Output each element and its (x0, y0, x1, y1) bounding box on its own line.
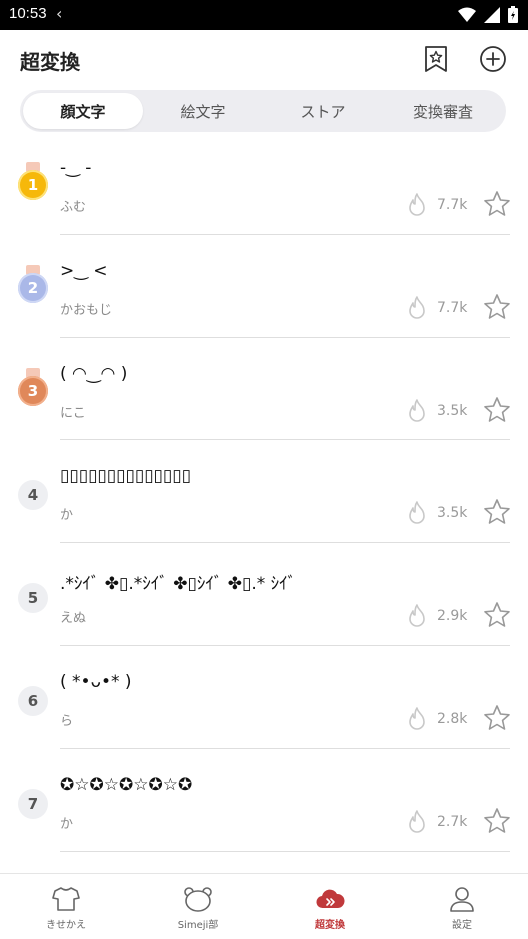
author-name: えぬ (60, 611, 87, 627)
divider (60, 850, 510, 852)
back-chevron-icon: ‹ (56, 4, 63, 23)
wifi-icon (458, 7, 476, 22)
flame-icon (409, 707, 425, 730)
nav-kisekae[interactable]: きせかえ (0, 874, 132, 939)
tab-emoji[interactable]: 絵文字 (143, 93, 263, 129)
use-count: 2.7k (437, 813, 468, 830)
rank-badge: 6 (18, 685, 48, 716)
favorite-star-icon[interactable] (483, 293, 511, 321)
nav-label: Simeji部 (177, 920, 219, 931)
bronze-medal-icon: 3 (16, 367, 50, 408)
list-item[interactable]: 7 ✪☆✪☆✪☆✪☆✪ か 2.7k (0, 749, 528, 852)
flame-icon (409, 501, 425, 525)
favorite-star-icon[interactable] (483, 190, 511, 218)
use-count: 7.7k (437, 299, 468, 316)
bear-icon (184, 887, 212, 912)
nav-chohenkan[interactable]: 超変換 (264, 874, 396, 939)
flame-icon (409, 295, 425, 319)
cloud-icon (316, 889, 345, 909)
page-title: 超変換 (20, 50, 80, 74)
app-header: 超変換 (0, 30, 528, 90)
gold-medal-icon: 1 (16, 162, 50, 202)
status-icons (458, 6, 518, 23)
battery-icon (508, 6, 518, 23)
shirt-icon (52, 887, 80, 911)
author-name: ら (60, 713, 74, 729)
rank-badge: 4 (18, 480, 48, 511)
list-item[interactable]: 6 ( *•ᴗ•* ) ら 2.8k (0, 646, 528, 749)
author-name: かおもじ (60, 302, 113, 318)
flame-icon (409, 809, 425, 833)
list-item[interactable]: 5 .*ｼｲﾞ ✤▯.*ｼｲﾞ ✤▯ｼｲﾞ ✤▯.* ｼｲﾞ えぬ 2.9k (0, 543, 528, 646)
use-count: 2.8k (437, 710, 468, 727)
flame-icon (409, 398, 425, 422)
tab-kaomoji[interactable]: 顔文字 (23, 93, 143, 129)
author-name: か (60, 508, 74, 524)
list-item[interactable]: 4 ▯▯▯▯▯▯▯▯▯▯▯▯▯▯ か 3.5k (0, 440, 528, 544)
flame-icon (409, 193, 425, 216)
status-time: 10:53 (9, 5, 47, 22)
kaomoji-text: -‿ - (60, 158, 92, 178)
tab-review[interactable]: 変換審査 (383, 93, 503, 129)
bookmark-star-icon (425, 46, 447, 72)
nav-simeji-club[interactable]: Simeji部 (132, 874, 264, 939)
favorite-star-icon[interactable] (483, 498, 511, 526)
nav-label: きせかえ (46, 920, 86, 931)
kaomoji-text: ▯▯▯▯▯▯▯▯▯▯▯▯▯▯ (60, 466, 191, 487)
flame-icon (409, 604, 425, 627)
kaomoji-text: .*ｼｲﾞ ✤▯.*ｼｲﾞ ✤▯ｼｲﾞ ✤▯.* ｼｲﾞ (60, 574, 297, 595)
use-count: 2.9k (437, 608, 468, 625)
status-bar: 10:53 ‹ (0, 0, 528, 30)
list-item[interactable]: 2 >‿ < かおもじ 7.7k (0, 235, 528, 338)
silver-medal-icon: 2 (16, 264, 50, 305)
list-item[interactable]: 1 -‿ - ふむ 7.7k (0, 132, 528, 235)
use-count: 3.5k (437, 505, 468, 522)
bottom-nav: きせかえ Simeji部 超変換 設定 (0, 873, 528, 939)
author-name: か (60, 816, 74, 832)
use-count: 7.7k (437, 197, 468, 213)
rank-badge: 7 (18, 788, 48, 819)
kaomoji-text: ( *•ᴗ•* ) (60, 671, 132, 692)
list-item[interactable]: 3 ( ◠‿◠ ) にこ 3.5k (0, 338, 528, 441)
favorite-star-icon[interactable] (483, 601, 511, 629)
favorite-star-icon[interactable] (483, 396, 511, 424)
author-name: ふむ (60, 200, 87, 215)
signal-icon (484, 6, 500, 23)
category-tabs: 顔文字 絵文字 ストア 変換審査 (20, 90, 506, 132)
plus-circle-icon (480, 46, 506, 72)
kaomoji-text: ✪☆✪☆✪☆✪☆✪ (60, 774, 193, 795)
tab-store[interactable]: ストア (263, 93, 383, 129)
favorite-star-icon[interactable] (483, 807, 511, 835)
author-name: にこ (60, 405, 86, 421)
bookmark-button[interactable] (421, 44, 451, 74)
nav-label: 超変換 (315, 920, 345, 931)
ranking-list: 1 -‿ - ふむ 7.7k 2 >‿ < かおもじ 7.7k 3 ( ◠‿◠ … (0, 132, 528, 852)
rank-badge: 5 (18, 583, 48, 614)
person-icon (450, 887, 474, 912)
add-button[interactable] (478, 44, 508, 74)
kaomoji-text: ( ◠‿◠ ) (60, 363, 128, 384)
nav-settings[interactable]: 設定 (396, 874, 528, 939)
use-count: 3.5k (437, 402, 468, 419)
favorite-star-icon[interactable] (483, 704, 511, 732)
nav-label: 設定 (452, 920, 472, 931)
kaomoji-text: >‿ < (60, 260, 108, 281)
